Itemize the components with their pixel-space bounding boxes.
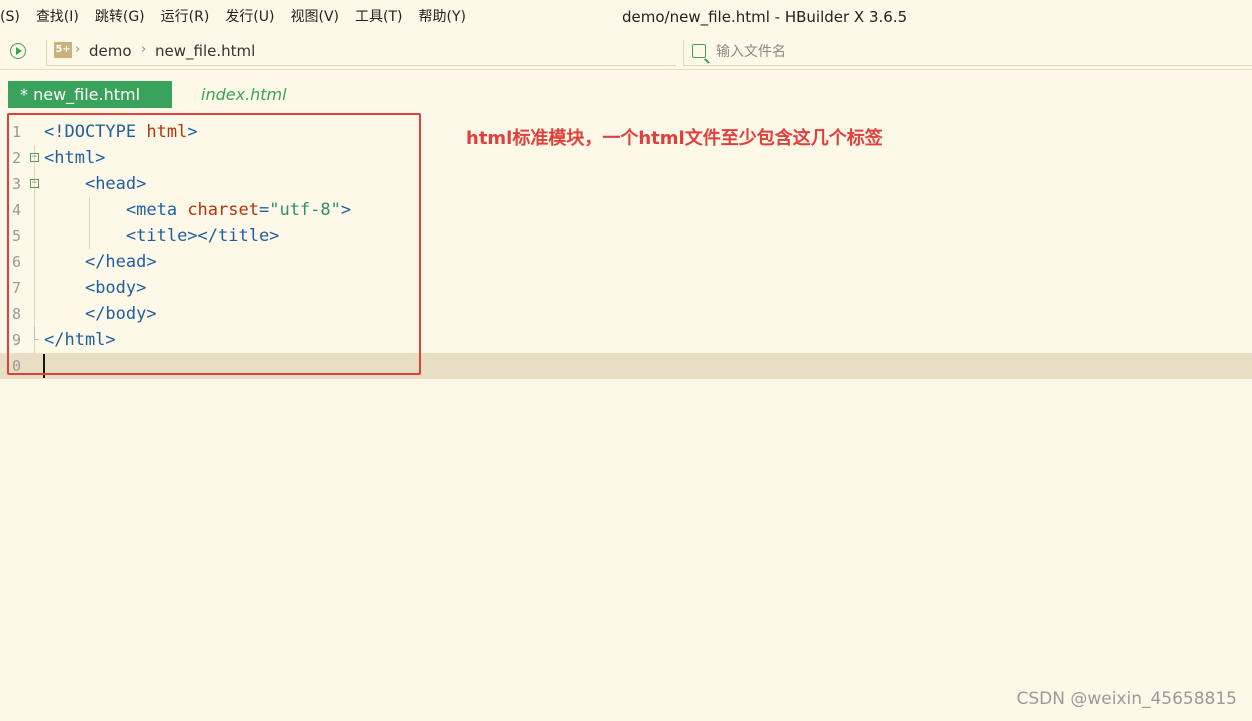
menu-item-run[interactable]: 运行(R): [154, 0, 219, 34]
menu-item-publish[interactable]: 发行(U): [218, 0, 283, 34]
breadcrumb-bar: 5+ › demo › new_file.html: [0, 34, 1252, 70]
menu-item-goto[interactable]: 跳转(G): [88, 0, 154, 34]
annotation-box: [7, 113, 421, 375]
window-title: demo/new_file.html - HBuilder X 3.6.5: [622, 8, 908, 26]
menu-item-view[interactable]: 视图(V): [283, 0, 348, 34]
menu-item-tools[interactable]: 工具(T): [348, 0, 411, 34]
project-icon: 5+: [54, 42, 72, 58]
breadcrumb-file[interactable]: new_file.html: [155, 42, 255, 60]
file-search-input[interactable]: [716, 41, 1236, 63]
tab-index[interactable]: index.html: [201, 81, 287, 108]
tab-new-file[interactable]: * new_file.html: [8, 81, 172, 108]
menu-item-help[interactable]: 帮助(Y): [411, 0, 474, 34]
chevron-right-icon: ›: [141, 42, 147, 57]
file-search-icon: [692, 44, 706, 58]
annotation-text: html标准模块，一个html文件至少包含这几个标签: [466, 128, 883, 149]
watermark: CSDN @weixin_45658815: [1016, 689, 1237, 709]
breadcrumb-project[interactable]: demo: [89, 42, 132, 60]
chevron-right-icon: ›: [75, 42, 81, 57]
menu-item-s[interactable]: (S): [0, 0, 29, 34]
run-icon[interactable]: [10, 43, 26, 59]
menu-item-find[interactable]: 查找(I): [29, 0, 88, 34]
